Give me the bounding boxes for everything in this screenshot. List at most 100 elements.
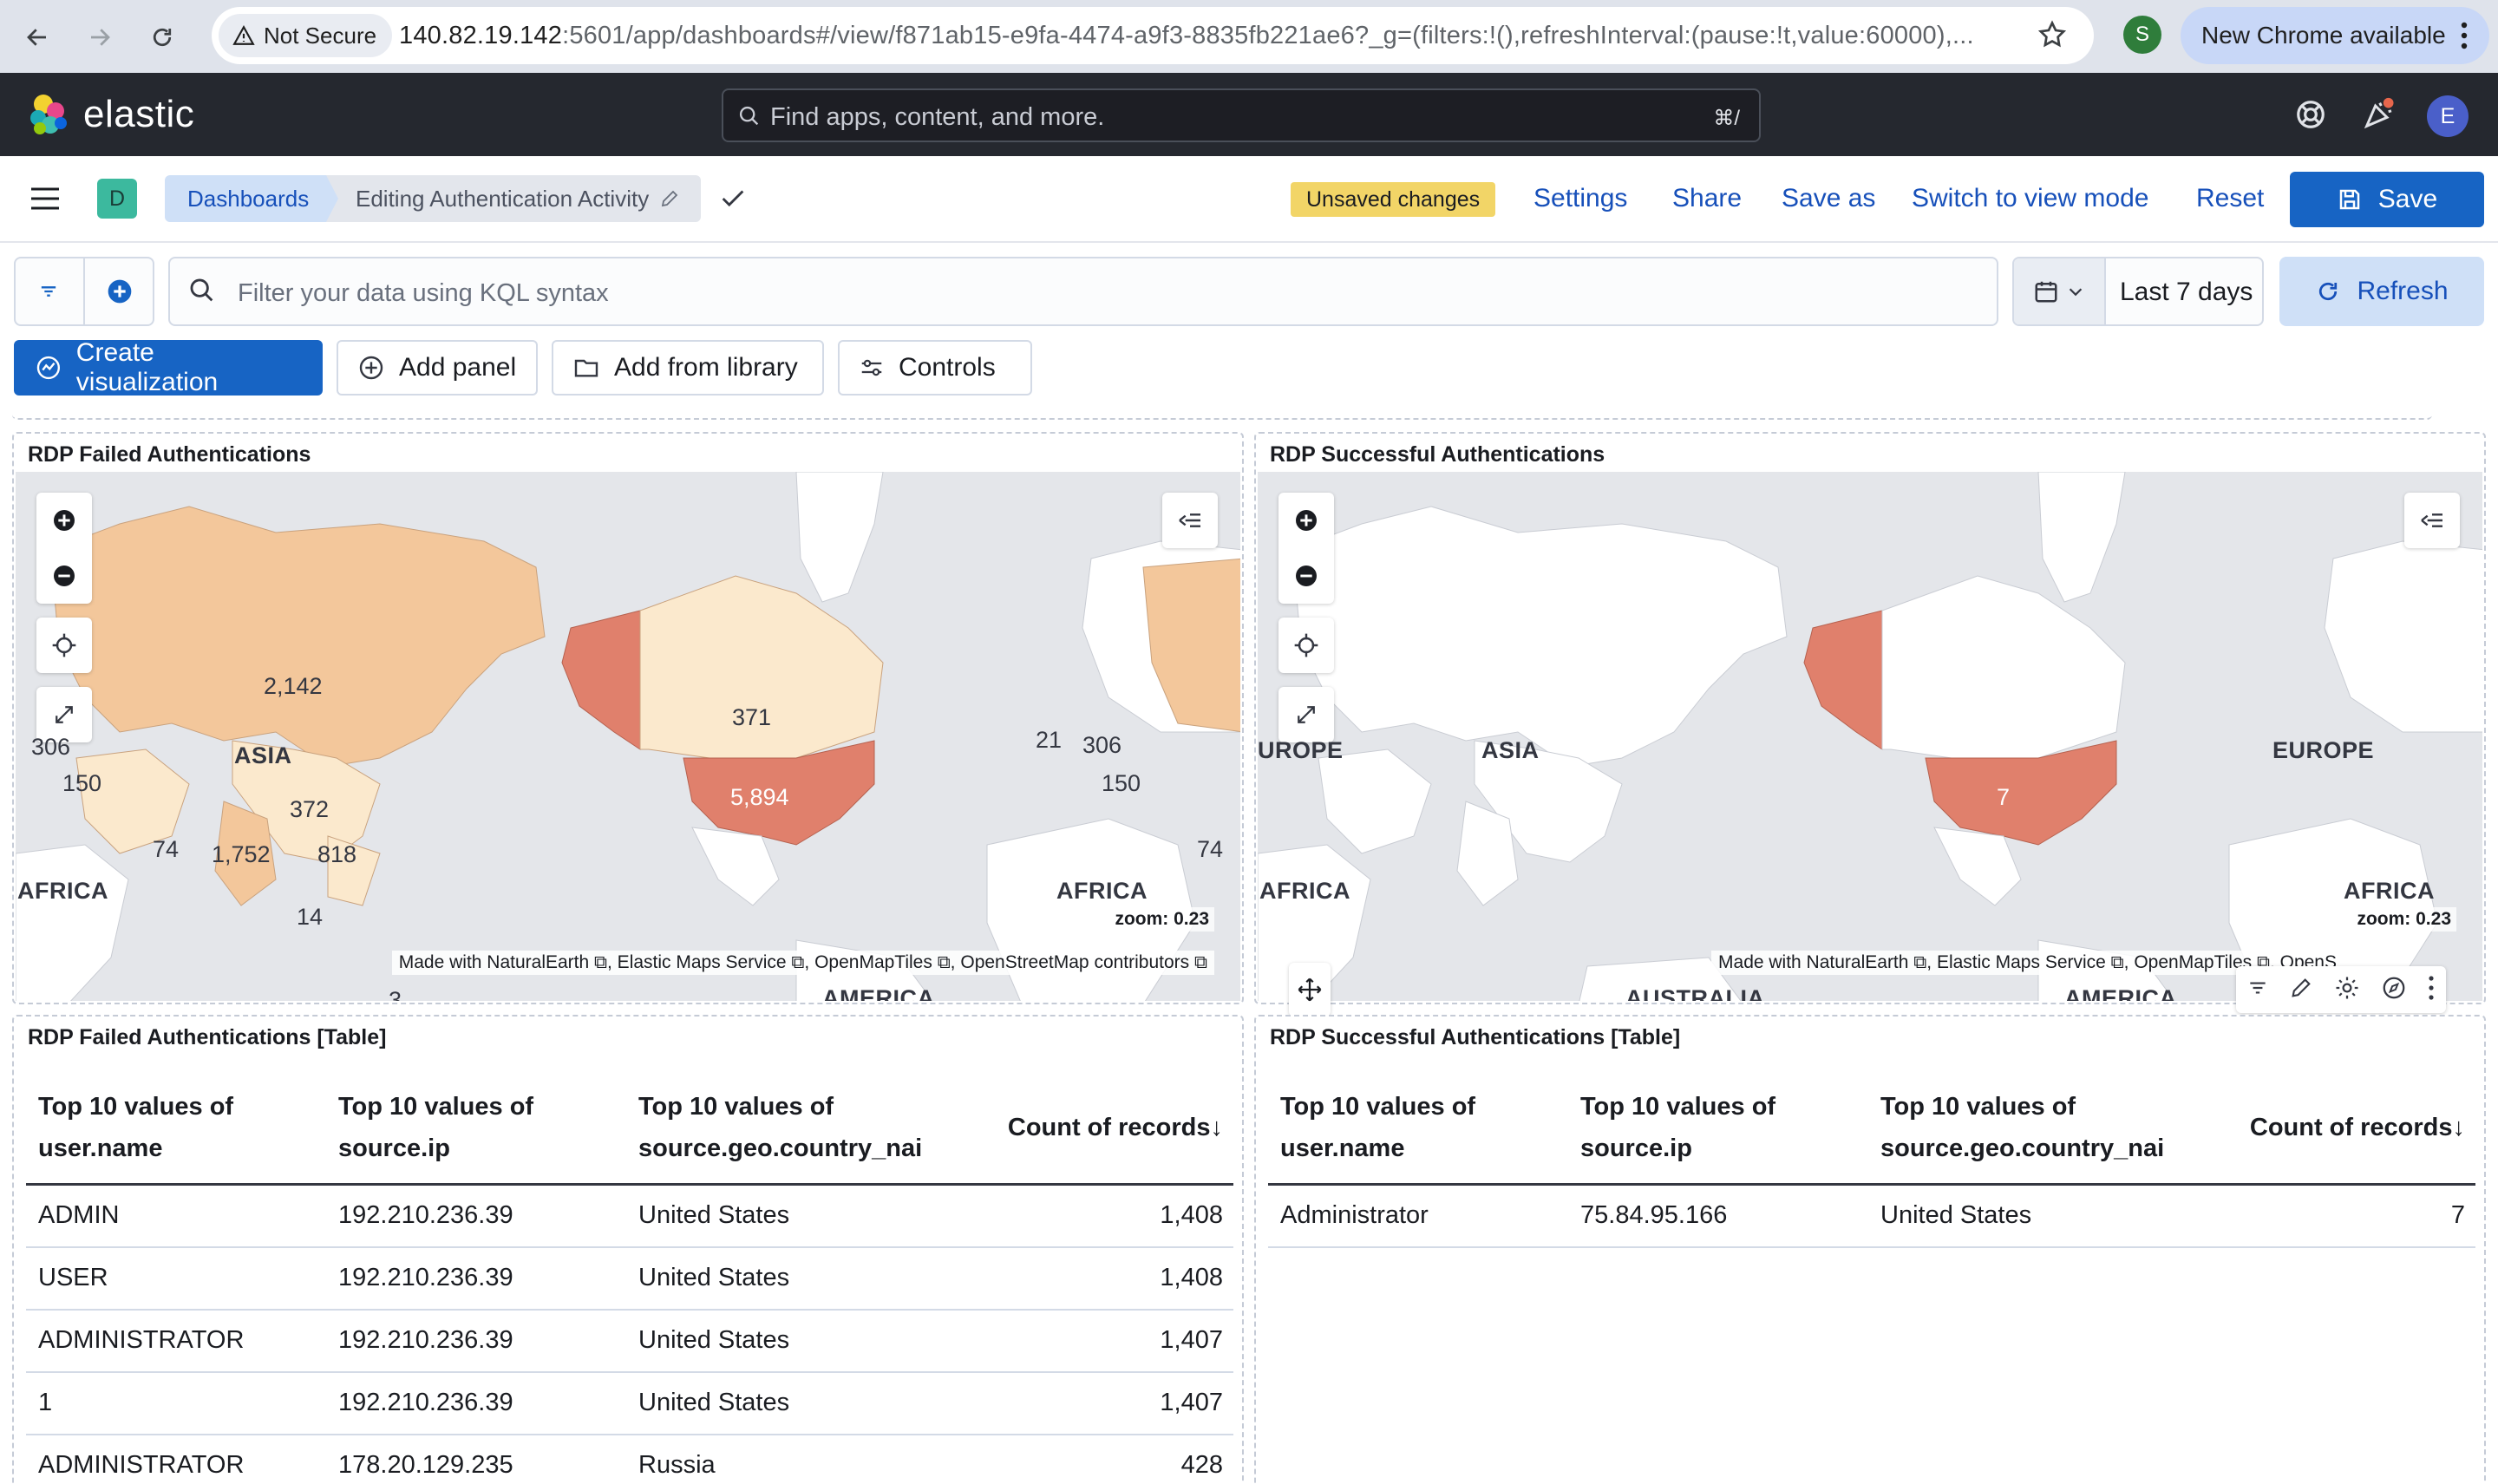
refresh-button[interactable]: Refresh <box>2279 257 2484 326</box>
table-row[interactable]: ADMINISTRATOR 192.210.236.39 United States… <box>26 1309 1233 1373</box>
reload-icon[interactable] <box>141 16 184 59</box>
cell-ip: 192.210.236.39 <box>326 1184 626 1248</box>
table-row[interactable]: ADMINISTRATOR 178.20.129.235 Russia 428 <box>26 1434 1233 1484</box>
zoom-out-icon[interactable] <box>1278 548 1334 604</box>
gear-icon[interactable] <box>2334 975 2360 1005</box>
map-attribution[interactable]: Made with NaturalEarth ⧉, Elastic Maps S… <box>391 951 1214 975</box>
filter-icon[interactable] <box>2246 977 2269 1003</box>
browser-profile-avatar[interactable]: S <box>2123 16 2161 54</box>
table-row[interactable]: USER 192.210.236.39 United States 1,408 <box>26 1246 1233 1311</box>
zoom-in-icon[interactable] <box>1278 493 1334 548</box>
choropleth-map[interactable]: ASIA AFRICA AFRICA AMERICA 2,142 371 5,8… <box>16 472 1240 1001</box>
layer-legend-icon[interactable] <box>1162 493 1218 548</box>
region-label: AFRICA <box>2344 878 2435 904</box>
cell-country: United States <box>1868 1184 2215 1248</box>
quick-menu-button[interactable] <box>2014 258 2106 324</box>
column-header[interactable]: Top 10 values of user.name <box>1268 1075 1568 1186</box>
reset-link[interactable]: Reset <box>2196 184 2264 213</box>
global-search-input[interactable]: Find apps, content, and more. ⌘/ <box>722 88 1761 142</box>
date-picker[interactable]: Last 7 days <box>2012 257 2264 326</box>
controls-button[interactable]: Controls <box>838 340 1032 396</box>
share-link[interactable]: Share <box>1672 184 1742 213</box>
user-avatar[interactable]: E <box>2427 95 2469 137</box>
table-row[interactable]: 1 192.210.236.39 United States 1,407 <box>26 1371 1233 1435</box>
url-path: :5601/app/dashboards#/view/f871ab15-e9fa… <box>562 22 1974 49</box>
add-filter-icon[interactable] <box>106 278 134 310</box>
count-label-small: 74 <box>153 836 180 862</box>
breadcrumb-dashboards[interactable]: Dashboards <box>165 175 349 222</box>
update-chrome-button[interactable]: New Chrome available <box>2181 7 2489 64</box>
kebab-menu-icon <box>2461 22 2468 49</box>
security-chip[interactable]: Not Secure <box>219 14 393 57</box>
controls-icon <box>861 359 882 376</box>
cell-count: 1,408 <box>973 1246 1233 1311</box>
reset-view-crosshair-icon[interactable] <box>36 618 92 673</box>
cell-count: 7 <box>2215 1184 2475 1248</box>
zoom-level: zoom: 0.23 <box>2351 907 2456 932</box>
column-header[interactable]: Top 10 values of user.name <box>26 1075 326 1186</box>
edit-pencil-icon[interactable] <box>2289 976 2313 1004</box>
map-panel-failed[interactable]: RDP Failed Authentications ASIA AFRICA A… <box>12 432 1244 1004</box>
refresh-icon <box>2319 282 2338 301</box>
browser-toolbar: Not Secure 140.82.19.142:5601/app/dashbo… <box>0 0 2498 73</box>
panel-options-kebab-icon[interactable] <box>2427 975 2436 1005</box>
back-icon[interactable] <box>16 16 59 59</box>
count-label-canada: 371 <box>732 704 772 730</box>
compass-icon[interactable] <box>2381 975 2407 1005</box>
sort-descending-icon: ↓ <box>2452 1114 2466 1141</box>
column-header-sorted[interactable]: Count of records↓ <box>2215 1075 2475 1186</box>
cell-user: Administrator <box>1268 1184 1568 1248</box>
elastic-logo[interactable]: elastic <box>26 92 194 137</box>
forward-icon[interactable] <box>78 16 121 59</box>
panel-drag-handle-icon[interactable] <box>1289 963 1331 1017</box>
table-row[interactable]: ADMIN 192.210.236.39 United States 1,408 <box>26 1184 1233 1248</box>
hamburger-menu-icon[interactable] <box>29 186 61 216</box>
table-panel-success[interactable]: RDP Successful Authentications [Table] T… <box>1254 1015 2486 1484</box>
kibana-header: elastic Find apps, content, and more. ⌘/… <box>0 73 2498 156</box>
count-label-west: 306 <box>31 734 71 760</box>
confirm-title-check-icon[interactable] <box>718 184 748 218</box>
save-button[interactable]: Save <box>2290 172 2484 227</box>
fullscreen-icon[interactable] <box>1278 687 1334 742</box>
dashboard-title: Editing Authentication Activity <box>356 185 650 212</box>
count-label-small-2: 74 <box>1197 836 1224 862</box>
cell-user: ADMIN <box>26 1184 326 1248</box>
filter-menu-icon[interactable] <box>36 279 61 308</box>
layer-legend-icon[interactable] <box>2404 493 2460 548</box>
count-label-usa: 5,894 <box>730 784 789 810</box>
choropleth-map[interactable]: UROPE ASIA EUROPE AFRICA AFRICA AUSTRALI… <box>1258 472 2482 1001</box>
map-panel-success[interactable]: RDP Successful Authentications UROPE ASI… <box>1254 432 2486 1004</box>
reset-view-crosshair-icon[interactable] <box>1278 618 1334 673</box>
bookmark-star-icon[interactable] <box>2037 19 2070 52</box>
warning-icon <box>232 25 255 45</box>
settings-link[interactable]: Settings <box>1533 184 1627 213</box>
help-icon[interactable] <box>2292 95 2330 134</box>
cell-count: 1,407 <box>973 1371 1233 1435</box>
column-header[interactable]: Top 10 values of source.ip <box>1568 1075 1868 1186</box>
switch-to-view-mode-link[interactable]: Switch to view mode <box>1912 184 2148 213</box>
create-visualization-button[interactable]: Create visualization <box>14 338 323 396</box>
address-bar[interactable]: Not Secure 140.82.19.142:5601/app/dashbo… <box>212 7 2094 64</box>
news-feed-icon[interactable] <box>2359 95 2397 134</box>
cell-ip: 192.210.236.39 <box>326 1246 626 1311</box>
table-row[interactable]: Administrator 75.84.95.166 United States 7 <box>1268 1184 2475 1248</box>
breadcrumb-current[interactable]: Editing Authentication Activity <box>326 175 702 222</box>
count-label-small-3: 14 <box>297 904 324 930</box>
save-as-link[interactable]: Save as <box>1782 184 1875 213</box>
column-header[interactable]: Top 10 values of source.geo.country_nai <box>626 1075 973 1186</box>
zoom-out-icon[interactable] <box>36 548 92 604</box>
zoom-prefix: zoom: <box>2357 909 2411 929</box>
column-header-sorted[interactable]: Count of records↓ <box>973 1075 1233 1186</box>
table-panel-failed[interactable]: RDP Failed Authentications [Table] Top 1… <box>12 1015 1244 1484</box>
add-from-library-button[interactable]: Add from library <box>552 340 824 396</box>
count-label-west-2: 150 <box>62 770 102 796</box>
column-header[interactable]: Top 10 values of source.geo.country_nai <box>1868 1075 2215 1186</box>
column-header[interactable]: Top 10 values of source.ip <box>326 1075 626 1186</box>
table-header-row: Top 10 values of user.name Top 10 values… <box>1268 1075 2475 1186</box>
zoom-in-icon[interactable] <box>36 493 92 548</box>
url-text[interactable]: 140.82.19.142:5601/app/dashboards#/view/… <box>399 22 1986 50</box>
add-panel-button[interactable]: Add panel <box>337 340 538 396</box>
space-avatar[interactable]: D <box>97 179 137 219</box>
cell-count: 1,408 <box>973 1184 1233 1248</box>
kql-search-input[interactable]: Filter your data using KQL syntax <box>168 257 1998 326</box>
